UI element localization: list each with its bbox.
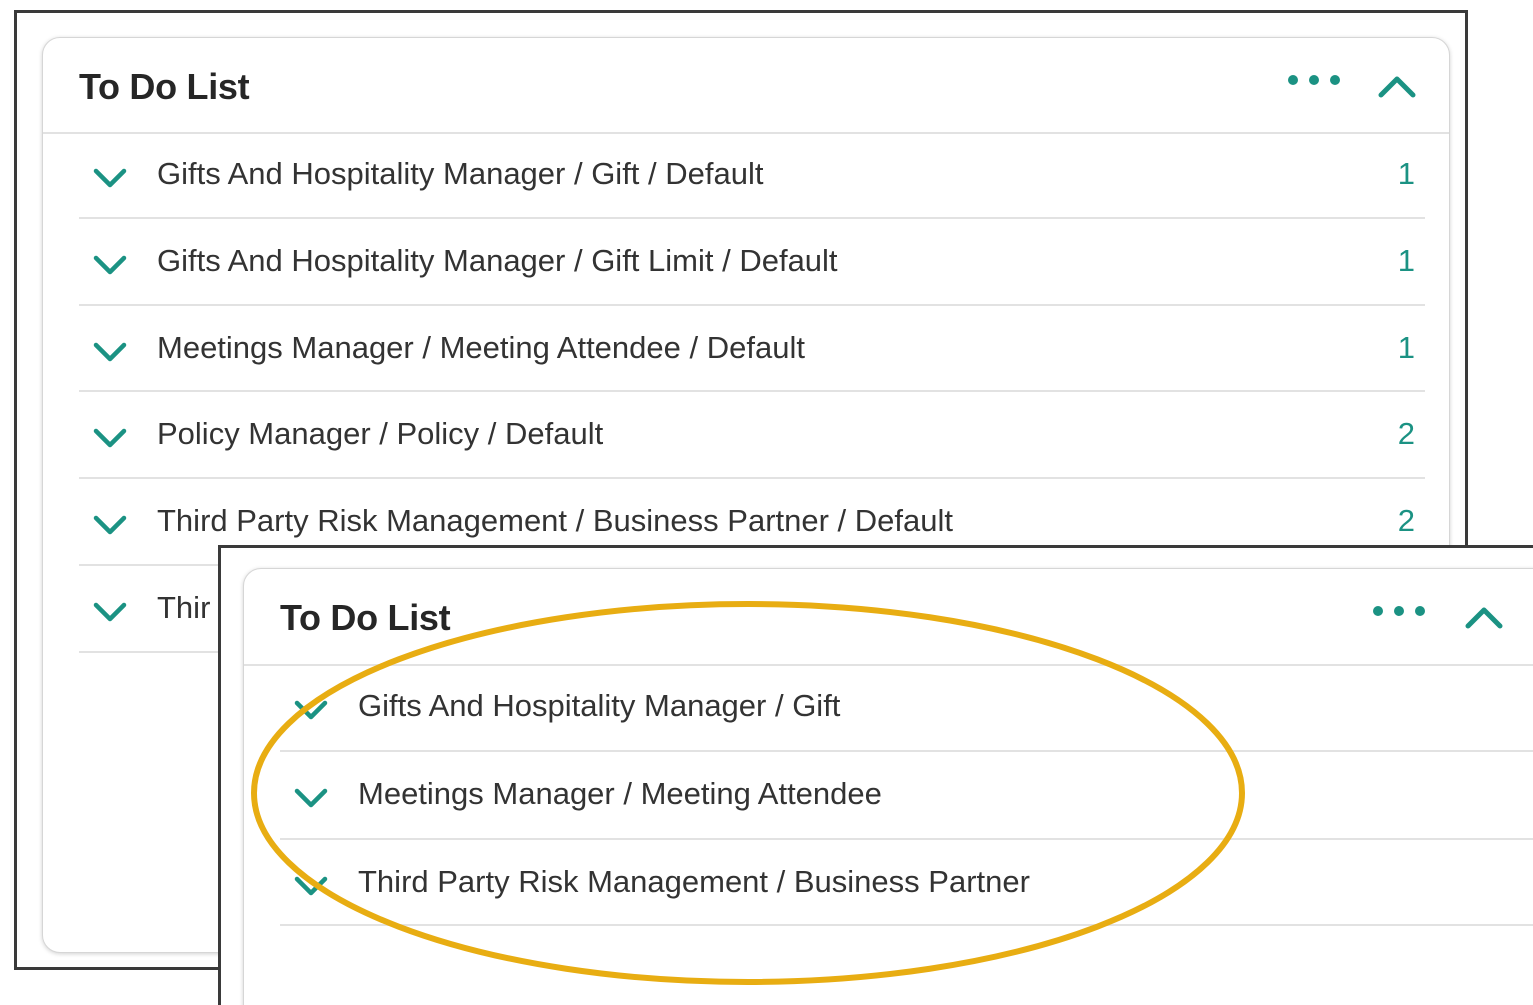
list-item-label: Meetings Manager / Meeting Attendee [358, 776, 882, 811]
list-item-label: Meetings Manager / Meeting Attendee / De… [157, 330, 805, 365]
more-horizontal-icon[interactable] [1372, 605, 1426, 617]
list-item[interactable]: Third Party Risk Management / Business P… [280, 840, 1533, 926]
screenshot-frame-filtered: To Do List Gifts And Hospitality Manager… [218, 545, 1533, 1005]
list-item[interactable]: Gifts And Hospitality Manager / Gift 1 [280, 664, 1533, 752]
chevron-down-icon[interactable] [93, 255, 127, 275]
list-item[interactable]: Meetings Manager / Meeting Attendee / De… [79, 306, 1425, 392]
list-item[interactable]: Gifts And Hospitality Manager / Gift Lim… [79, 219, 1425, 306]
list-item[interactable]: Policy Manager / Policy / Default 2 [79, 392, 1425, 479]
chevron-down-icon[interactable] [93, 342, 127, 362]
card-title: To Do List [79, 66, 250, 107]
card-title: To Do List [280, 597, 451, 638]
card-header: To Do List [43, 38, 1449, 134]
list-item-label: Third Party Risk Management / Business P… [157, 503, 953, 538]
todo-list: Gifts And Hospitality Manager / Gift 1 M… [280, 664, 1533, 926]
list-item-count: 1 [1397, 243, 1415, 278]
list-item-label: Gifts And Hospitality Manager / Gift [358, 688, 841, 723]
chevron-down-icon[interactable] [294, 788, 328, 808]
todo-list-card: To Do List Gifts And Hospitality Manager… [243, 568, 1533, 1005]
more-horizontal-icon[interactable] [1287, 74, 1341, 86]
list-item-count: 1 [1397, 156, 1415, 191]
list-item-label: Gifts And Hospitality Manager / Gift Lim… [157, 243, 838, 278]
chevron-down-icon[interactable] [93, 168, 127, 188]
chevron-down-icon[interactable] [294, 876, 328, 896]
list-item-label: Policy Manager / Policy / Default [157, 416, 604, 451]
chevron-up-icon[interactable] [1464, 605, 1504, 629]
list-item[interactable]: Gifts And Hospitality Manager / Gift / D… [79, 132, 1425, 219]
chevron-up-icon[interactable] [1377, 74, 1417, 98]
card-header: To Do List [244, 569, 1533, 666]
list-item[interactable]: Meetings Manager / Meeting Attendee 1 [280, 752, 1533, 840]
list-item-label: Gifts And Hospitality Manager / Gift / D… [157, 156, 764, 191]
chevron-down-icon[interactable] [294, 700, 328, 720]
list-item-count: 2 [1397, 416, 1415, 451]
list-item-count: 1 [1397, 330, 1415, 365]
chevron-down-icon[interactable] [93, 602, 127, 622]
chevron-down-icon[interactable] [93, 515, 127, 535]
chevron-down-icon[interactable] [93, 428, 127, 448]
list-item-label: Third Party Risk Management / Business P… [358, 864, 1030, 899]
list-item-count: 2 [1397, 503, 1415, 538]
list-item-label: Thir [157, 590, 211, 625]
